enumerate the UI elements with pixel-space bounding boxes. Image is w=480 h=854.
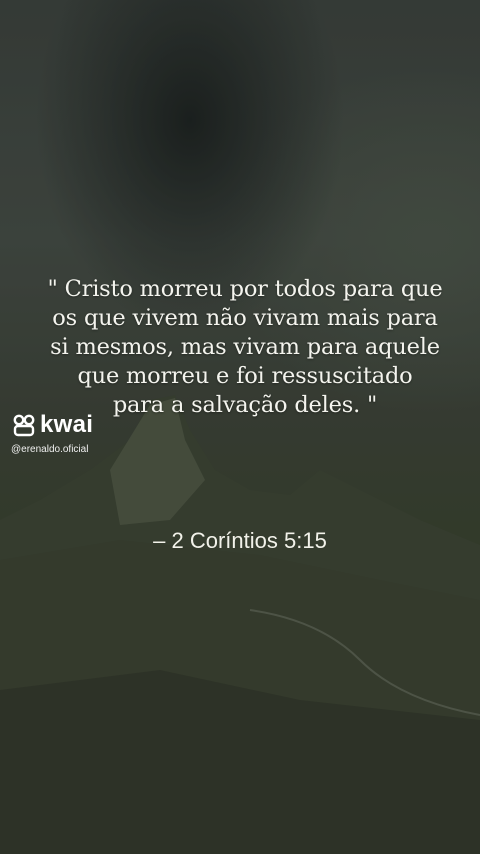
kwai-logo-icon	[13, 414, 35, 437]
quote-line: os que vivem não vivam mais para	[52, 305, 438, 331]
bible-quote: " Cristo morreu por todos para que os qu…	[30, 275, 460, 420]
kwai-brand-name: kwai	[40, 411, 94, 438]
quote-line: " Cristo morreu por todos para que	[47, 276, 443, 302]
kwai-watermark: kwai	[12, 411, 93, 439]
bible-reference: – 2 Coríntios 5:15	[153, 528, 327, 553]
user-handle: @erenaldo.oficial	[11, 444, 89, 455]
quote-line: si mesmos, mas vivam para aquele	[50, 334, 440, 360]
quote-line: para a salvação deles. "	[112, 392, 378, 418]
quote-line: que morreu e foi ressuscitado	[77, 363, 413, 389]
